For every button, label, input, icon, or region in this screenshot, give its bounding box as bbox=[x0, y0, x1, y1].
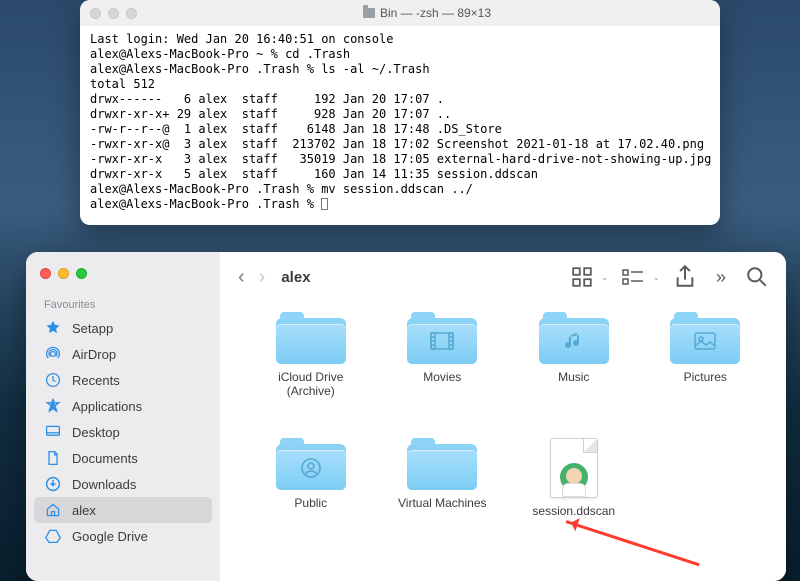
location-title: alex bbox=[281, 269, 310, 286]
download-icon bbox=[44, 475, 62, 493]
sidebar-item-label: Setapp bbox=[72, 321, 113, 336]
desktop-icon bbox=[44, 423, 62, 441]
clock-icon bbox=[44, 371, 62, 389]
close-icon[interactable] bbox=[40, 268, 51, 279]
chevron-down-icon[interactable]: ⌄ bbox=[652, 272, 660, 283]
minimize-icon[interactable] bbox=[108, 8, 119, 19]
folder-item[interactable]: Pictures bbox=[645, 312, 767, 432]
search-button[interactable] bbox=[746, 266, 768, 288]
airdrop-icon bbox=[44, 345, 62, 363]
terminal-title-text: Bin — -zsh — 89×13 bbox=[380, 6, 491, 20]
terminal-cursor bbox=[321, 198, 328, 210]
share-button[interactable] bbox=[674, 266, 696, 288]
sidebar-item-desktop[interactable]: Desktop bbox=[26, 419, 220, 445]
close-icon[interactable] bbox=[90, 8, 101, 19]
sidebar-item-label: Desktop bbox=[72, 425, 120, 440]
finder-main: ‹ › alex ⌄ ⌄ » bbox=[220, 252, 786, 581]
group-button[interactable] bbox=[622, 266, 644, 288]
sidebar-item-setapp[interactable]: Setapp bbox=[26, 315, 220, 341]
folder-icon bbox=[407, 438, 477, 490]
sidebar-item-label: Downloads bbox=[72, 477, 136, 492]
sidebar-section-label: Favourites bbox=[26, 297, 220, 315]
item-label: Public bbox=[294, 496, 327, 510]
finder-window: Favourites Setapp AirDrop Recents A Applicat… bbox=[26, 252, 786, 581]
sidebar-item-alex[interactable]: alex bbox=[34, 497, 212, 523]
file-item[interactable]: session.ddscan bbox=[513, 438, 635, 558]
sidebar-item-label: AirDrop bbox=[72, 347, 116, 362]
folder-icon bbox=[363, 8, 375, 18]
zoom-icon[interactable] bbox=[126, 8, 137, 19]
sidebar-item-label: alex bbox=[72, 503, 96, 518]
finder-toolbar: ‹ › alex ⌄ ⌄ » bbox=[220, 252, 786, 302]
sidebar-item-label: Documents bbox=[72, 451, 138, 466]
folder-icon bbox=[670, 312, 740, 364]
folder-item[interactable]: Music bbox=[513, 312, 635, 432]
apps-icon: A bbox=[44, 397, 62, 415]
minimize-icon[interactable] bbox=[58, 268, 69, 279]
terminal-window: Bin — -zsh — 89×13 Last login: Wed Jan 2… bbox=[80, 0, 720, 225]
file-icon bbox=[550, 438, 598, 498]
setapp-icon bbox=[44, 319, 62, 337]
terminal-titlebar[interactable]: Bin — -zsh — 89×13 bbox=[80, 0, 720, 26]
item-label: Virtual Machines bbox=[398, 496, 487, 510]
sidebar-item-applications[interactable]: A Applications bbox=[26, 393, 220, 419]
terminal-output[interactable]: Last login: Wed Jan 20 16:40:51 on conso… bbox=[80, 26, 720, 225]
window-controls[interactable] bbox=[90, 8, 137, 19]
folder-icon bbox=[276, 312, 346, 364]
folder-item[interactable]: iCloud Drive (Archive) bbox=[250, 312, 372, 432]
terminal-title: Bin — -zsh — 89×13 bbox=[144, 6, 710, 20]
back-button[interactable]: ‹ bbox=[238, 267, 245, 287]
folder-item[interactable]: Virtual Machines bbox=[382, 438, 504, 558]
sidebar-item-label: Google Drive bbox=[72, 529, 148, 544]
forward-button[interactable]: › bbox=[259, 267, 266, 287]
chevron-down-icon[interactable]: ⌄ bbox=[601, 272, 609, 283]
item-label: iCloud Drive (Archive) bbox=[278, 370, 343, 398]
sidebar-item-downloads[interactable]: Downloads bbox=[26, 471, 220, 497]
folder-icon bbox=[539, 312, 609, 364]
finder-sidebar: Favourites Setapp AirDrop Recents A Applicat… bbox=[26, 252, 220, 581]
sidebar-item-airdrop[interactable]: AirDrop bbox=[26, 341, 220, 367]
sidebar-item-label: Recents bbox=[72, 373, 120, 388]
zoom-icon[interactable] bbox=[76, 268, 87, 279]
item-label: Pictures bbox=[684, 370, 727, 384]
finder-content[interactable]: iCloud Drive (Archive) Movies Music Picture… bbox=[220, 302, 786, 581]
gdrive-icon bbox=[44, 527, 62, 545]
item-label: Music bbox=[558, 370, 589, 384]
item-label: Movies bbox=[423, 370, 461, 384]
sidebar-item-recents[interactable]: Recents bbox=[26, 367, 220, 393]
svg-text:A: A bbox=[50, 402, 57, 413]
folder-icon bbox=[276, 438, 346, 490]
sidebar-item-label: Applications bbox=[72, 399, 142, 414]
sidebar-item-documents[interactable]: Documents bbox=[26, 445, 220, 471]
icon-view-button[interactable] bbox=[571, 266, 593, 288]
sidebar-item-google-drive[interactable]: Google Drive bbox=[26, 523, 220, 549]
window-controls[interactable] bbox=[26, 264, 220, 297]
folder-item[interactable]: Public bbox=[250, 438, 372, 558]
folder-item[interactable]: Movies bbox=[382, 312, 504, 432]
doc-icon bbox=[44, 449, 62, 467]
more-button[interactable]: » bbox=[710, 266, 732, 288]
home-icon bbox=[44, 501, 62, 519]
folder-icon bbox=[407, 312, 477, 364]
